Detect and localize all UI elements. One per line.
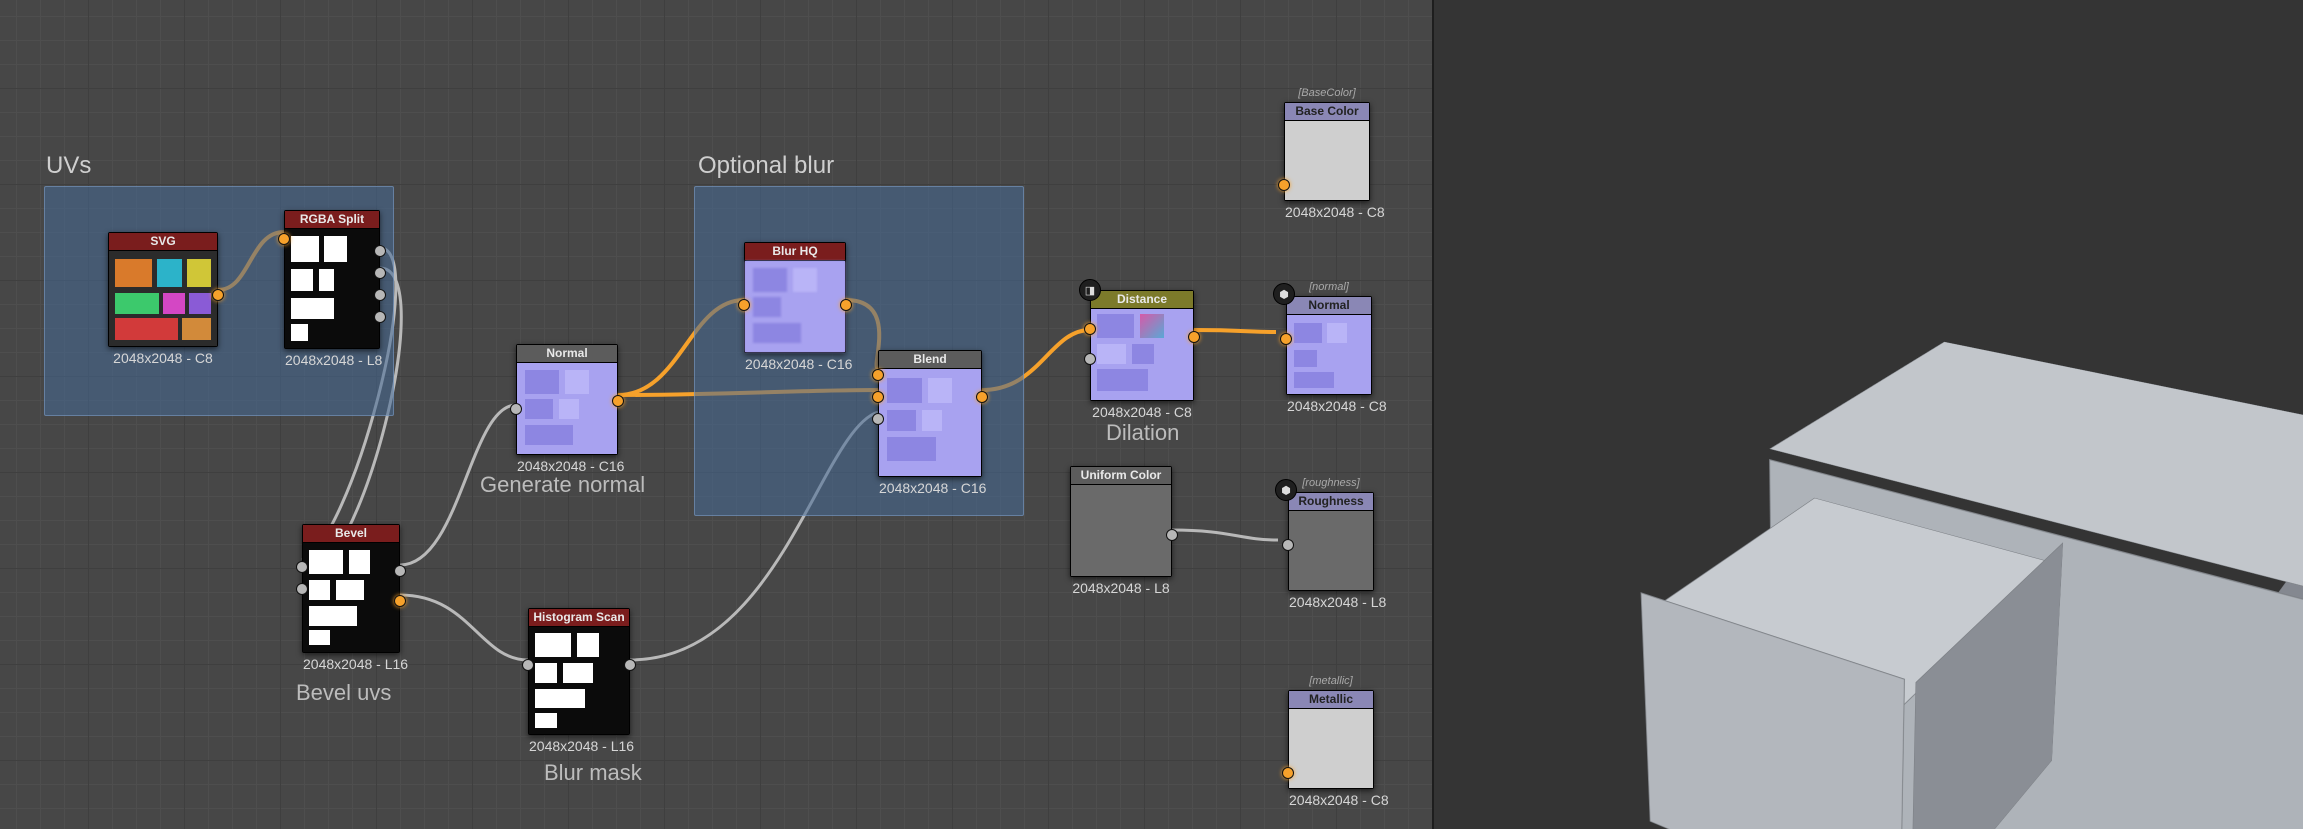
group-uvs-title: UVs: [46, 152, 91, 180]
port-out[interactable]: [624, 659, 636, 671]
node-outnormal-pretitle: [normal]: [1287, 281, 1371, 293]
port-out[interactable]: [840, 299, 852, 311]
node-rough-pretitle: [roughness]: [1289, 477, 1373, 489]
node-normal-caption: 2048x2048 - C16: [517, 458, 617, 474]
node-hist-caption: 2048x2048 - L16: [529, 738, 629, 754]
node-output-roughness[interactable]: [roughness] Roughness ⬢ 2048x2048 - L8: [1288, 492, 1374, 591]
node-normal-title: Normal: [517, 345, 617, 362]
node-blend-title: Blend: [879, 351, 981, 368]
port-out-g[interactable]: [374, 267, 386, 279]
port-out[interactable]: [1166, 529, 1178, 541]
node-outnormal-title: Normal: [1287, 297, 1371, 314]
node-bevel[interactable]: Bevel 2048x2048 - L16: [302, 524, 400, 653]
node-outnormal-caption: 2048x2048 - C8: [1287, 398, 1371, 414]
node-metal-caption: 2048x2048 - C8: [1289, 792, 1373, 808]
node-metal-title: Metallic: [1289, 691, 1373, 708]
node-bevel-caption: 2048x2048 - L16: [303, 656, 399, 672]
port-in-1[interactable]: [296, 561, 308, 573]
node-graph-panel[interactable]: UVs Optional blur Generate normal Bevel …: [0, 0, 1432, 829]
port-in-bg[interactable]: [872, 391, 884, 403]
node-rgba-caption: 2048x2048 - L8: [285, 352, 379, 368]
node-distance-title: Distance: [1091, 291, 1193, 308]
node-rough-title: Roughness: [1289, 493, 1373, 510]
port-in-mask[interactable]: [1084, 353, 1096, 365]
port-out[interactable]: [212, 289, 224, 301]
node-blur-hq[interactable]: Blur HQ 2048x2048 - C16: [744, 242, 846, 353]
port-in-2[interactable]: [296, 583, 308, 595]
node-blurhq-title: Blur HQ: [745, 243, 845, 260]
node-blurhq-caption: 2048x2048 - C16: [745, 356, 845, 372]
node-output-normal[interactable]: [normal] Normal ⬢ 2048x2048 - C8: [1286, 296, 1372, 395]
badge-2d-icon[interactable]: ◨: [1079, 279, 1101, 301]
port-out[interactable]: [1188, 331, 1200, 343]
label-blur-mask: Blur mask: [544, 760, 642, 786]
node-svg[interactable]: SVG 2048x2048 - C8: [108, 232, 218, 347]
node-svg-title: SVG: [109, 233, 217, 250]
port-out-b[interactable]: [374, 289, 386, 301]
port-in[interactable]: [522, 659, 534, 671]
node-rgba-split[interactable]: RGBA Split 2048x2048 - L8: [284, 210, 380, 349]
port-in[interactable]: [738, 299, 750, 311]
node-rough-caption: 2048x2048 - L8: [1289, 594, 1373, 610]
port-in[interactable]: [510, 403, 522, 415]
port-out-r[interactable]: [374, 245, 386, 257]
port-in[interactable]: [278, 233, 290, 245]
port-out-1[interactable]: [394, 565, 406, 577]
node-blend[interactable]: Blend 2048x2048 - C16: [878, 350, 982, 477]
port-in-fg[interactable]: [872, 369, 884, 381]
port-out-2[interactable]: [394, 595, 406, 607]
port-out-a[interactable]: [374, 311, 386, 323]
node-basecolor-title: Base Color: [1285, 103, 1369, 120]
viewport-3d[interactable]: [1432, 0, 2303, 829]
node-basecolor-pretitle: [BaseColor]: [1285, 87, 1369, 99]
node-output-metallic[interactable]: [metallic] Metallic 2048x2048 - C8: [1288, 690, 1374, 789]
node-uniform-title: Uniform Color: [1071, 467, 1171, 484]
port-in-mask[interactable]: [872, 413, 884, 425]
port-in[interactable]: [1278, 179, 1290, 191]
node-uniform-caption: 2048x2048 - L8: [1071, 580, 1171, 596]
node-histogram-scan[interactable]: Histogram Scan 2048x2048 - L16: [528, 608, 630, 735]
node-hist-title: Histogram Scan: [529, 609, 629, 626]
badge-3d-icon[interactable]: ⬢: [1275, 479, 1297, 501]
port-in[interactable]: [1282, 539, 1294, 551]
port-out[interactable]: [976, 391, 988, 403]
node-bevel-title: Bevel: [303, 525, 399, 542]
label-dilation: Dilation: [1106, 420, 1179, 446]
port-in[interactable]: [1282, 767, 1294, 779]
node-distance-caption: 2048x2048 - C8: [1091, 404, 1193, 420]
port-in[interactable]: [1280, 333, 1292, 345]
group-blur-title: Optional blur: [698, 152, 834, 180]
node-basecolor-caption: 2048x2048 - C8: [1285, 204, 1369, 220]
label-bevel-uvs: Bevel uvs: [296, 680, 391, 706]
node-distance[interactable]: Distance ◨ 2048x2048 - C8: [1090, 290, 1194, 401]
node-output-basecolor[interactable]: [BaseColor] Base Color 2048x2048 - C8: [1284, 102, 1370, 201]
node-rgba-title: RGBA Split: [285, 211, 379, 228]
node-normal[interactable]: Normal 2048x2048 - C16: [516, 344, 618, 455]
badge-3d-icon[interactable]: ⬢: [1273, 283, 1295, 305]
preview-mesh: [1434, 0, 2303, 829]
node-uniform-color[interactable]: Uniform Color 2048x2048 - L8: [1070, 466, 1172, 577]
node-metal-pretitle: [metallic]: [1289, 675, 1373, 687]
port-out[interactable]: [612, 395, 624, 407]
label-generate-normal: Generate normal: [480, 472, 645, 498]
node-blend-caption: 2048x2048 - C16: [879, 480, 981, 496]
port-in-src[interactable]: [1084, 323, 1096, 335]
node-svg-caption: 2048x2048 - C8: [109, 350, 217, 366]
